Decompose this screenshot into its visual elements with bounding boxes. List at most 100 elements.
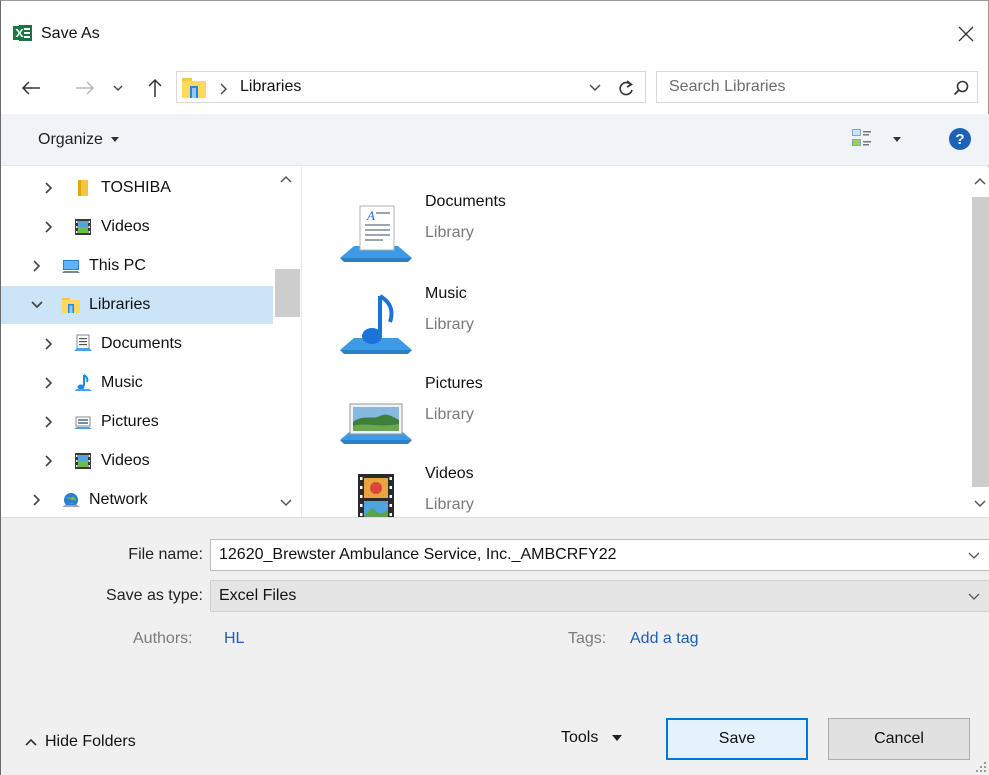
nav-item-label: Pictures (101, 413, 159, 430)
pictures-icon (73, 412, 93, 432)
chevron-right-icon[interactable] (41, 219, 57, 235)
hide-folders-button[interactable]: Hide Folders (25, 733, 136, 751)
up-arrow-icon (148, 78, 162, 97)
library-name: Documents (425, 193, 506, 210)
nav-item-videos[interactable]: Videos (1, 442, 273, 480)
forward-button[interactable] (71, 73, 99, 103)
library-item-pictures[interactable]: Pictures Library (338, 375, 638, 455)
svg-text:A: A (366, 208, 375, 223)
chevron-right-icon[interactable] (29, 258, 45, 274)
excel-icon (13, 25, 32, 41)
library-type: Library (425, 406, 474, 423)
nav-item-libraries[interactable]: Libraries (1, 286, 273, 324)
chevron-right-icon[interactable] (41, 414, 57, 430)
chevron-right-icon[interactable] (41, 180, 57, 196)
scroll-up-icon[interactable] (280, 175, 292, 183)
content-scroll-thumb[interactable] (972, 197, 989, 487)
caret-down-icon (893, 137, 901, 142)
up-button[interactable] (141, 73, 169, 103)
library-item-documents[interactable]: A Documents Library (338, 193, 638, 273)
scroll-down-icon[interactable] (974, 500, 986, 508)
library-type: Library (425, 316, 474, 333)
authors-value[interactable]: HL (224, 630, 244, 648)
library-item-videos[interactable]: Videos Library (338, 465, 638, 517)
back-button[interactable] (17, 73, 45, 103)
save-as-dialog: Save As Libraries Search Libraries Organ… (0, 0, 989, 775)
scroll-down-icon[interactable] (280, 499, 292, 507)
content-pane[interactable]: A Documents Library Music Library Pictures Lib… (301, 167, 989, 517)
close-button[interactable] (949, 17, 983, 51)
organize-label: Organize (38, 131, 103, 148)
forward-arrow-icon (76, 81, 95, 95)
chevron-right-icon[interactable] (41, 336, 57, 352)
file-name-field[interactable] (210, 539, 989, 571)
chevron-down-icon[interactable] (29, 297, 45, 313)
save-as-type-label: Save as type: (106, 587, 203, 604)
help-icon[interactable]: ? (948, 127, 972, 151)
nav-item-label: TOSHIBA (101, 179, 171, 196)
nav-item-music[interactable]: Music (1, 364, 273, 402)
file-name-input[interactable] (211, 540, 989, 570)
computer-icon (61, 256, 81, 276)
window-title: Save As (41, 25, 100, 42)
change-view-button[interactable] (851, 127, 905, 153)
library-item-music[interactable]: Music Library (338, 285, 638, 365)
cancel-button[interactable]: Cancel (828, 718, 970, 760)
title-bar: Save As (1, 1, 989, 65)
nav-item-toshiba[interactable]: TOSHIBA (1, 169, 273, 207)
music-icon (73, 373, 93, 393)
command-bar: Organize ? (1, 114, 989, 166)
organize-menu[interactable]: Organize (38, 131, 120, 149)
navigation-scroll-thumb[interactable] (275, 269, 300, 317)
recent-locations-button[interactable] (109, 73, 127, 103)
documents-icon (73, 334, 93, 354)
pictures-library-icon (340, 403, 412, 444)
nav-item-videos[interactable]: Videos (1, 208, 273, 246)
authors-label: Authors: (133, 630, 193, 647)
nav-item-pictures[interactable]: Pictures (1, 403, 273, 441)
back-arrow-icon (21, 81, 40, 95)
save-button[interactable]: Save (666, 718, 808, 760)
navigation-scrollbar[interactable] (273, 167, 301, 517)
svg-text:?: ? (955, 131, 964, 148)
refresh-icon[interactable] (617, 78, 635, 98)
library-name: Music (425, 285, 467, 302)
videos-icon (73, 451, 93, 471)
navigation-pane[interactable]: TOSHIBA Videos This PC Libraries Documents Mu… (1, 167, 301, 517)
breadcrumb-separator-icon (220, 83, 227, 95)
address-bar[interactable]: Libraries (176, 71, 646, 103)
scroll-up-icon[interactable] (974, 177, 986, 185)
caret-down-icon (111, 137, 120, 142)
nav-item-documents[interactable]: Documents (1, 325, 273, 363)
chevron-up-icon (25, 738, 37, 746)
address-row: Libraries (1, 65, 989, 113)
network-icon (61, 490, 81, 510)
chevron-down-icon[interactable] (967, 548, 981, 562)
save-as-type-value: Excel Files (219, 587, 297, 604)
chevron-right-icon[interactable] (41, 375, 57, 391)
search-icon[interactable] (953, 80, 969, 96)
resize-grip-icon[interactable] (975, 761, 987, 773)
address-history-icon[interactable] (589, 84, 601, 92)
chevron-down-icon[interactable] (967, 589, 981, 603)
view-options-icon (852, 129, 871, 146)
nav-item-label: This PC (89, 257, 146, 274)
nav-item-network[interactable]: Network (1, 481, 273, 517)
tools-menu[interactable]: Tools (561, 729, 623, 747)
breadcrumb-libraries[interactable]: Libraries (240, 78, 301, 96)
nav-item-label: Videos (101, 218, 150, 235)
folder-icon (73, 178, 93, 198)
videos-library-icon (358, 474, 394, 517)
caret-down-icon (612, 735, 623, 741)
hide-folders-label: Hide Folders (45, 733, 136, 750)
search-box[interactable] (656, 71, 978, 103)
file-name-label: File name: (128, 546, 203, 563)
nav-item-label: Videos (101, 452, 150, 469)
chevron-right-icon[interactable] (29, 492, 45, 508)
chevron-right-icon[interactable] (41, 453, 57, 469)
nav-item-this-pc[interactable]: This PC (1, 247, 273, 285)
save-as-type-select[interactable]: Excel Files (210, 580, 989, 612)
search-input[interactable] (657, 72, 947, 102)
add-tag-link[interactable]: Add a tag (630, 630, 699, 648)
close-icon (958, 26, 974, 42)
